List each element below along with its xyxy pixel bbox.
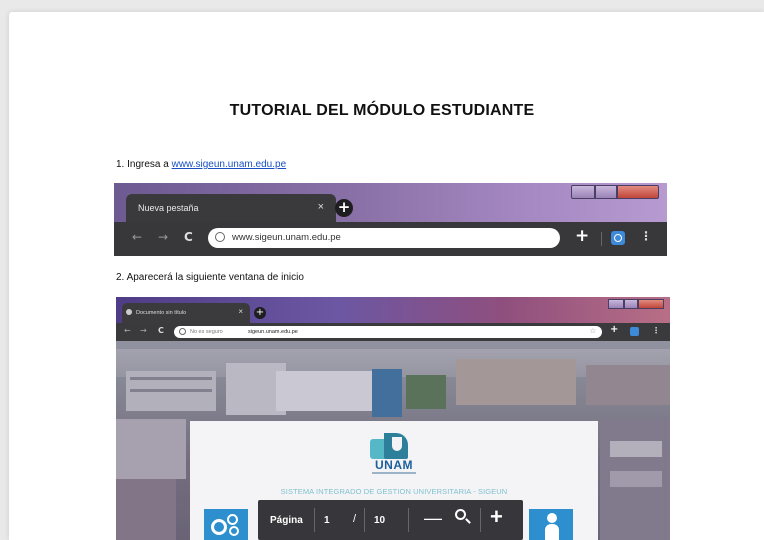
- bookmark-star-icon[interactable]: ☆: [590, 327, 596, 335]
- system-name: SISTEMA INTEGRADO DE GESTION UNIVERSITAR…: [280, 487, 508, 496]
- maximize-button[interactable]: [595, 185, 617, 199]
- unam-logo: UNAM: [370, 433, 418, 477]
- window-controls: [608, 299, 664, 309]
- person-icon: [547, 513, 557, 523]
- settings-tile[interactable]: [204, 509, 248, 540]
- small-gear-icon: [229, 526, 239, 536]
- gear-icon: [211, 519, 227, 535]
- reload-icon[interactable]: C: [158, 326, 164, 335]
- zoom-in-button[interactable]: +: [490, 504, 503, 530]
- address-bar[interactable]: No es seguro sigeun.unam.edu.pe ☆: [174, 326, 602, 338]
- menu-icon[interactable]: ⋮: [652, 326, 660, 335]
- new-tab-button[interactable]: +: [335, 199, 353, 217]
- maximize-button[interactable]: [624, 299, 638, 309]
- add-icon[interactable]: +: [610, 324, 618, 335]
- reload-icon[interactable]: C: [184, 230, 193, 244]
- address-url: sigeun.unam.edu.pe: [248, 329, 298, 335]
- tab-close-icon[interactable]: ×: [238, 307, 243, 316]
- add-icon[interactable]: +: [575, 226, 589, 246]
- forward-arrow-icon[interactable]: →: [140, 326, 147, 335]
- browser-screenshot-new-tab: Nueva pestaña × + ← → C www.sigeun.unam.…: [114, 183, 667, 256]
- step-2-number: 2.: [116, 272, 125, 283]
- extension-icon[interactable]: [630, 327, 639, 336]
- current-page-input[interactable]: 1: [324, 515, 330, 526]
- globe-icon: [215, 232, 225, 242]
- page-label: Página: [270, 515, 303, 526]
- close-window-button[interactable]: [638, 299, 664, 309]
- tab-close-icon[interactable]: ×: [318, 201, 324, 213]
- address-bar[interactable]: www.sigeun.unam.edu.pe: [208, 228, 560, 248]
- pdf-viewer-toolbar: Página 1 / 10 — +: [258, 500, 523, 540]
- extension-icon[interactable]: [611, 231, 625, 245]
- browser-tab[interactable]: Nueva pestaña ×: [126, 194, 336, 222]
- browser-toolbar: ← → C No es seguro sigeun.unam.edu.pe ☆ …: [116, 323, 670, 341]
- student-tile[interactable]: [529, 509, 573, 540]
- logo-text: UNAM: [375, 458, 413, 472]
- toolbar-divider: [601, 232, 602, 246]
- new-tab-button[interactable]: +: [254, 307, 266, 319]
- info-icon: [179, 328, 186, 335]
- tab-title: Documento sin título: [136, 310, 187, 316]
- address-url: www.sigeun.unam.edu.pe: [232, 232, 341, 243]
- back-arrow-icon[interactable]: ←: [132, 230, 142, 244]
- minimize-button[interactable]: [608, 299, 624, 309]
- tab-title: Nueva pestaña: [138, 203, 199, 213]
- step-2: 2. Aparecerá la siguiente ventana de ini…: [116, 272, 304, 283]
- back-arrow-icon[interactable]: ←: [124, 326, 131, 335]
- menu-icon[interactable]: ⋮: [640, 229, 652, 243]
- zoom-out-button[interactable]: —: [424, 508, 442, 529]
- window-frame: Documento sin título × +: [116, 297, 670, 323]
- step-1: 1. Ingresa a www.sigeun.unam.edu.pe: [116, 159, 286, 170]
- window-controls: [571, 185, 659, 199]
- minimize-button[interactable]: [571, 185, 595, 199]
- sigeun-home-screenshot: Documento sin título × + ← → C No es seg…: [116, 297, 670, 540]
- small-gear-icon: [227, 514, 238, 525]
- step-1-text: Ingresa a: [127, 159, 169, 170]
- document-title: TUTORIAL DEL MÓDULO ESTUDIANTE: [229, 102, 535, 119]
- browser-tab[interactable]: Documento sin título ×: [122, 303, 250, 323]
- close-window-button[interactable]: [617, 185, 659, 199]
- page-favicon-icon: [126, 309, 132, 315]
- security-status: No es seguro: [190, 329, 223, 335]
- browser-toolbar: ← → C www.sigeun.unam.edu.pe + ⋮: [114, 222, 667, 256]
- zoom-icon[interactable]: [455, 509, 466, 520]
- forward-arrow-icon[interactable]: →: [158, 230, 168, 244]
- page-separator: /: [353, 513, 357, 525]
- step-1-number: 1.: [116, 159, 125, 170]
- sigeun-link[interactable]: www.sigeun.unam.edu.pe: [172, 159, 287, 170]
- step-2-text: Aparecerá la siguiente ventana de inicio: [126, 272, 304, 283]
- total-pages: 10: [374, 515, 386, 526]
